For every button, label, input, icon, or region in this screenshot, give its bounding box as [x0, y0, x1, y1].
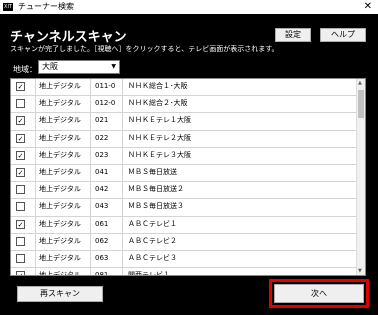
channel-checkbox[interactable]: ✓ — [16, 167, 25, 177]
channel-number: 081 — [91, 268, 123, 275]
channel-number: 041 — [91, 164, 123, 182]
channel-row[interactable]: ✓ 地上デジタル 041 ＭＢＳ毎日放送 — [11, 164, 365, 183]
channel-name: ＡＢＣテレビ１ — [128, 219, 177, 228]
scroll-up-icon[interactable]: ▲ — [358, 80, 362, 86]
channel-name: ＭＢＳ毎日放送２ — [128, 185, 184, 194]
channel-row[interactable]: 地上デジタル 012-0 ＮＨＫ総合２･大阪 — [11, 96, 365, 114]
channel-checkbox[interactable] — [16, 236, 25, 246]
channel-number: 022 — [91, 130, 123, 147]
channel-number: 062 — [91, 233, 123, 250]
channel-row[interactable]: ✓ 地上デジタル 022 ＮＨＫＥテレ２大阪 — [11, 130, 365, 148]
channel-checkbox[interactable] — [16, 99, 25, 109]
channel-number: 063 — [91, 250, 123, 268]
channel-type: 地上デジタル — [35, 147, 91, 164]
channel-type: 地上デジタル — [35, 250, 91, 268]
channel-type: 地上デジタル — [35, 268, 91, 275]
channel-row[interactable]: ✓ 地上デジタル 061 ＡＢＣテレビ１ — [11, 216, 365, 234]
channel-name: ＮＨＫ総合１･大阪 — [128, 82, 188, 90]
page-title: チャンネルスキャン — [10, 30, 127, 45]
channel-row[interactable]: 地上デジタル 042 ＭＢＳ毎日放送２ — [11, 182, 365, 200]
channel-number: 011-0 — [91, 79, 123, 96]
channel-name: ＭＢＳ毎日放送 — [128, 167, 177, 176]
close-icon[interactable]: ✕ — [364, 1, 372, 13]
help-button[interactable]: ヘルプ — [320, 28, 366, 42]
channel-row[interactable]: ✓ 地上デジタル 011-0 ＮＨＫ総合１･大阪 — [11, 79, 365, 97]
scrollbar[interactable]: ▲ ▼ — [356, 79, 365, 275]
channel-checkbox[interactable]: ✓ — [16, 82, 25, 91]
channel-row[interactable]: ✓ 地上デジタル 021 ＮＨＫＥテレ１大阪 — [11, 113, 365, 131]
settings-button[interactable]: 設定 — [275, 28, 311, 42]
channel-number: 012-0 — [91, 96, 123, 113]
app-icon: XIT — [3, 3, 13, 11]
scroll-thumb[interactable] — [358, 90, 364, 118]
channel-name: ＮＨＫＥテレ２大阪 — [128, 133, 191, 142]
channel-checkbox[interactable]: ✓ — [16, 150, 25, 160]
channel-type: 地上デジタル — [35, 199, 91, 216]
channel-checkbox[interactable] — [16, 202, 25, 212]
region-select[interactable]: 大阪 ▼ — [38, 60, 120, 74]
channel-type: 地上デジタル — [35, 113, 91, 130]
scroll-down-icon[interactable]: ▼ — [358, 268, 362, 274]
channel-row[interactable]: ✓ 地上デジタル081 関西テレビ１ — [11, 268, 365, 276]
channel-row[interactable]: ✓ 地上デジタル 023 ＮＨＫＥテレ３大阪 — [11, 147, 365, 165]
region-label: 地域： — [13, 65, 37, 74]
window-title: チューナー検索 — [18, 2, 74, 11]
channel-name: ＮＨＫ総合２･大阪 — [128, 99, 188, 108]
title-bar: XIT チューナー検索 ✕ — [0, 0, 378, 14]
channel-row[interactable]: 地上デジタル 062 ＡＢＣテレビ２ — [11, 233, 365, 251]
channel-type: 地上デジタル — [35, 216, 91, 233]
channel-number: 042 — [91, 182, 123, 199]
channel-checkbox[interactable]: ✓ — [16, 271, 25, 275]
chevron-down-icon: ▼ — [111, 63, 116, 70]
channel-name: ＭＢＳ毎日放送３ — [128, 202, 184, 211]
channel-type: 地上デジタル — [35, 130, 91, 147]
rescan-button[interactable]: 再スキャン — [17, 286, 103, 302]
channel-list[interactable]: ✓ 地上デジタル 011-0 ＮＨＫ総合１･大阪 地上デジタル 012-0 ＮＨＫ総合２･大… — [10, 78, 366, 276]
status-message: スキャンが完了しました。［視聴へ］をクリックすると、テレビ画面が表示されます。 — [10, 45, 279, 53]
channel-checkbox[interactable]: ✓ — [16, 219, 25, 229]
channel-name: ＮＨＫＥテレ３大阪 — [128, 150, 191, 159]
channel-number: 023 — [91, 147, 123, 164]
channel-row[interactable]: 地上デジタル 043 ＭＢＳ毎日放送３ — [11, 199, 365, 217]
channel-type: 地上デジタル — [35, 79, 91, 96]
channel-checkbox[interactable] — [16, 253, 25, 263]
channel-name: ＡＢＣテレビ２ — [128, 236, 177, 245]
channel-number: 021 — [91, 113, 123, 130]
channel-checkbox[interactable] — [16, 185, 25, 195]
channel-number: 043 — [91, 199, 123, 216]
channel-type: 地上デジタル — [35, 182, 91, 199]
channel-name: ＮＨＫＥテレ１大阪 — [128, 116, 191, 125]
channel-type: 地上デジタル — [35, 164, 91, 182]
channel-number: 061 — [91, 216, 123, 233]
channel-checkbox[interactable]: ✓ — [16, 133, 25, 143]
channel-checkbox[interactable]: ✓ — [16, 116, 25, 126]
next-button[interactable]: 次へ — [274, 284, 364, 303]
channel-type: 地上デジタル — [35, 96, 91, 113]
channel-name: ＡＢＣテレビ３ — [128, 253, 177, 262]
channel-type: 地上デジタル — [35, 233, 91, 250]
channel-name: 関西テレビ１ — [128, 271, 170, 276]
channel-row[interactable]: 地上デジタル 063 ＡＢＣテレビ３ — [11, 250, 365, 269]
region-value: 大阪 — [42, 62, 58, 71]
